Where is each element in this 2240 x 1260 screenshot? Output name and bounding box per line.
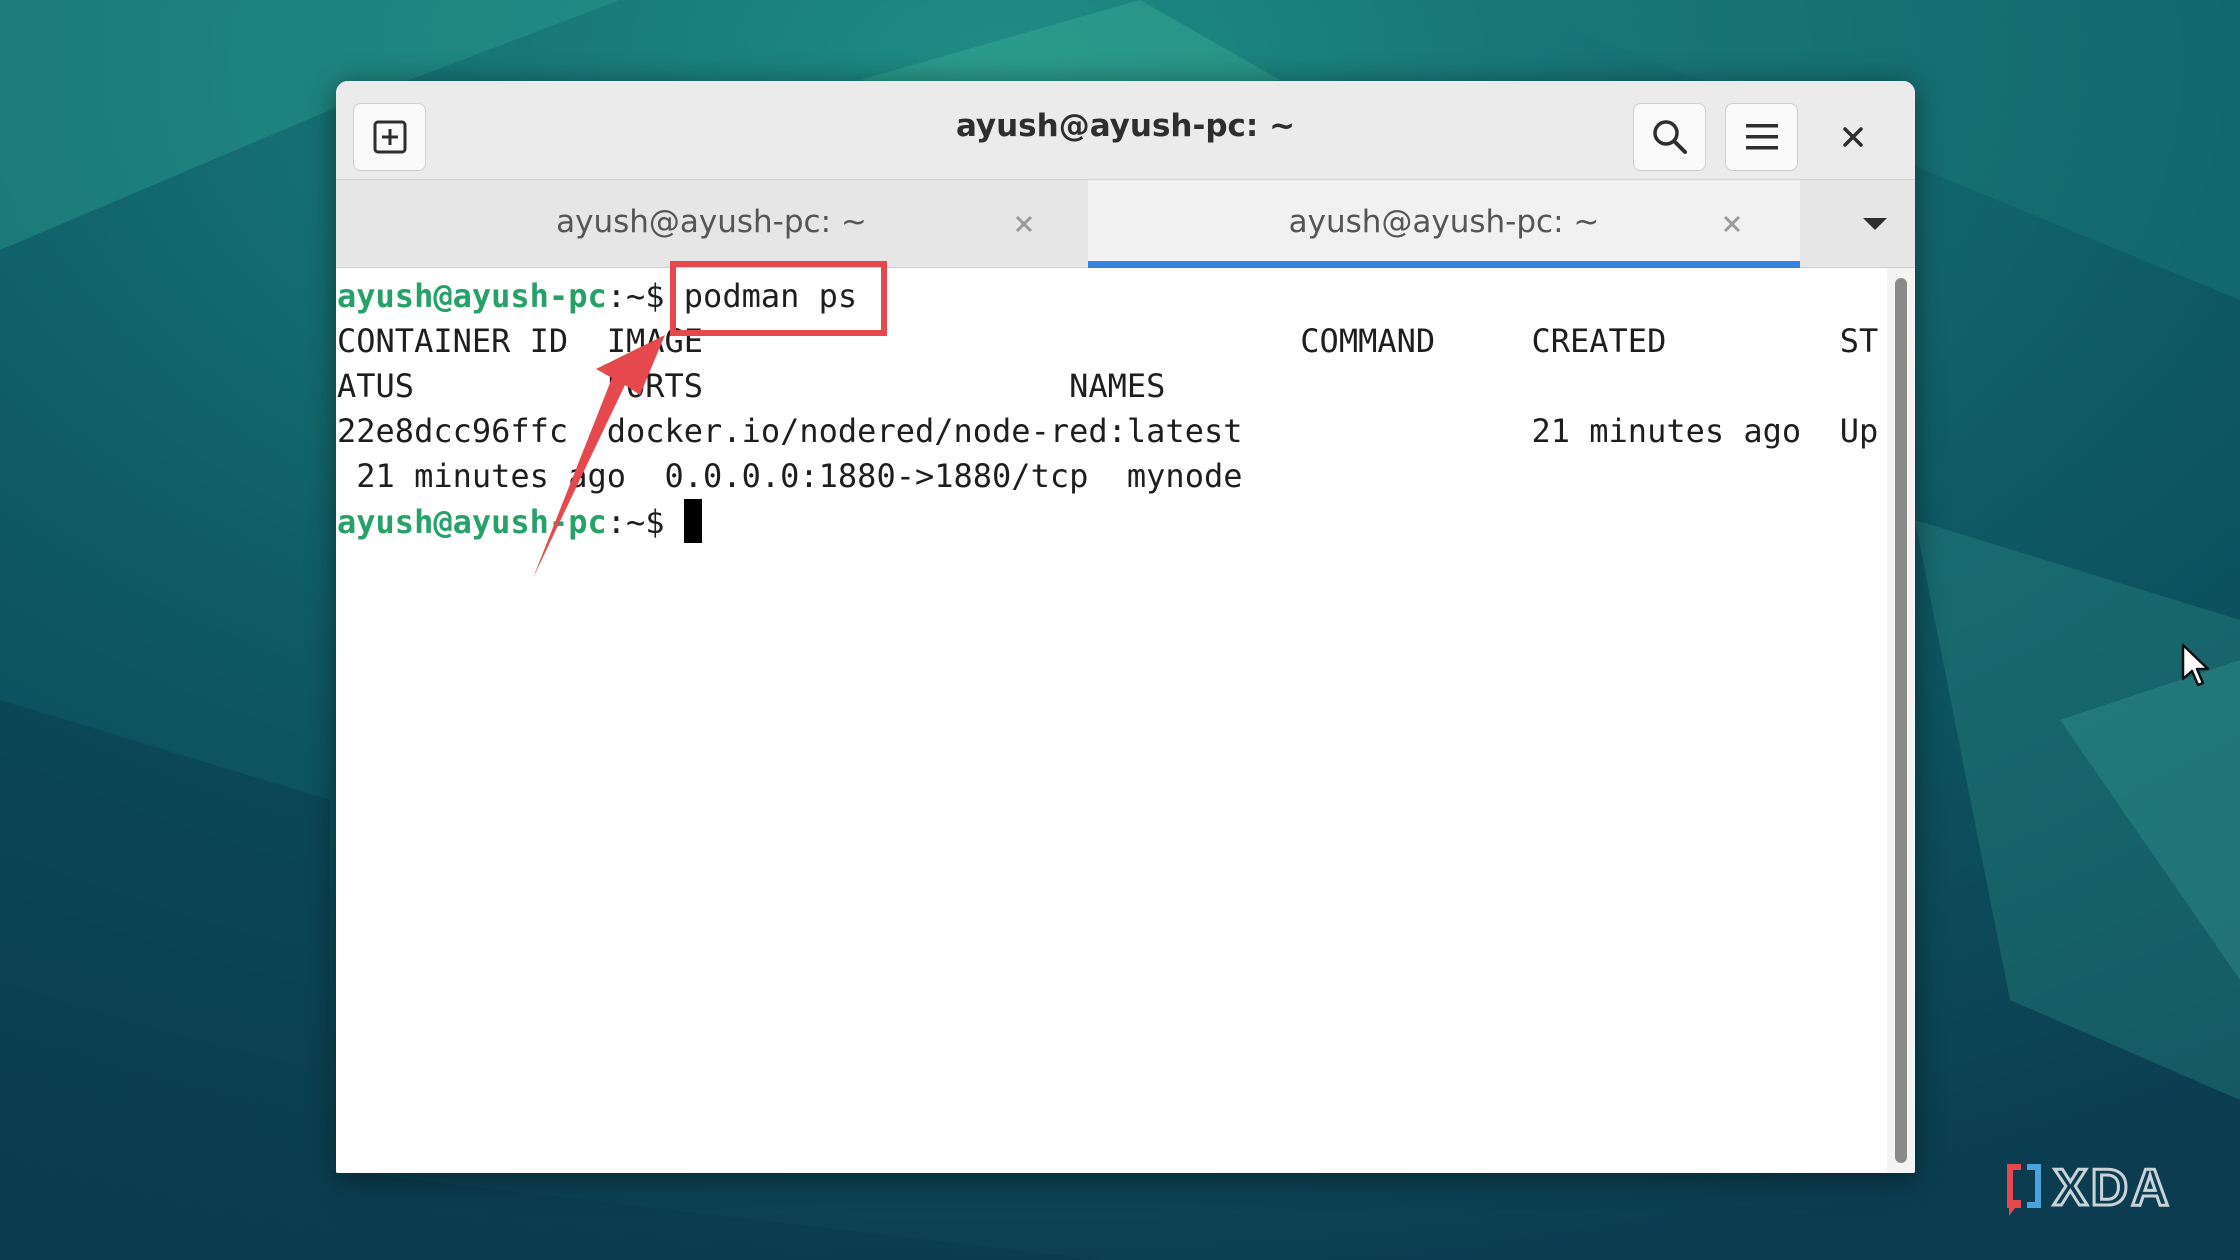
tab-list-dropdown-button[interactable]: [1851, 204, 1899, 244]
prompt-suffix: :~$: [606, 277, 684, 315]
tab-close-button[interactable]: [1712, 204, 1752, 244]
terminal-window: ayush@ayush-pc: ~ ayush@ayush-pc: ~ ayus…: [336, 81, 1915, 1173]
prompt-user: ayush@ayush-pc: [337, 277, 607, 315]
tab-terminal-1[interactable]: ayush@ayush-pc: ~: [336, 180, 1087, 268]
prompt-user: ayush@ayush-pc: [337, 503, 607, 541]
tab-close-button[interactable]: [1004, 204, 1044, 244]
hamburger-menu-icon: [1745, 124, 1778, 150]
command-text: podman ps: [683, 277, 858, 315]
text-cursor: [683, 499, 702, 543]
search-button[interactable]: [1633, 103, 1706, 171]
chevron-down-icon: [1863, 218, 1887, 230]
output-line: 21 minutes ago 0.0.0.0:1880->1880/tcp my…: [337, 457, 1243, 495]
output-line: ATUS PORTS NAMES: [337, 367, 1166, 405]
tab-terminal-2[interactable]: ayush@ayush-pc: ~: [1088, 180, 1800, 268]
scrollbar-thumb[interactable]: [1895, 278, 1907, 1163]
prompt-suffix: :~$: [606, 503, 684, 541]
scrollbar[interactable]: [1887, 268, 1915, 1173]
close-icon: [1842, 127, 1863, 147]
prompt-line: ayush@ayush-pc:~$ podman ps: [337, 274, 857, 319]
xda-watermark-text: XDA: [2053, 1159, 2172, 1217]
output-line: CONTAINER ID IMAGE COMMAND CREATED ST: [337, 322, 1879, 360]
tab-label: ayush@ayush-pc: ~: [556, 204, 867, 240]
xda-watermark: XDA: [2007, 1158, 2172, 1219]
close-window-button[interactable]: [1816, 103, 1889, 171]
tab-bar: ayush@ayush-pc: ~ ayush@ayush-pc: ~: [336, 180, 1915, 268]
active-tab-indicator: [1088, 261, 1800, 268]
title-bar: ayush@ayush-pc: ~: [336, 81, 1915, 180]
terminal-output-area[interactable]: ayush@ayush-pc:~$ podman ps CONTAINER ID…: [336, 268, 1887, 1173]
search-icon: [1652, 120, 1687, 154]
tab-label: ayush@ayush-pc: ~: [1288, 204, 1600, 240]
output-line: 22e8dcc96ffc docker.io/nodered/node-red:…: [337, 412, 1879, 450]
prompt-line: ayush@ayush-pc:~$: [337, 499, 702, 544]
mouse-pointer-icon: [2181, 643, 2210, 687]
menu-button[interactable]: [1725, 103, 1798, 171]
tab-close-icon: [1723, 215, 1741, 233]
tab-close-icon: [1015, 215, 1033, 233]
